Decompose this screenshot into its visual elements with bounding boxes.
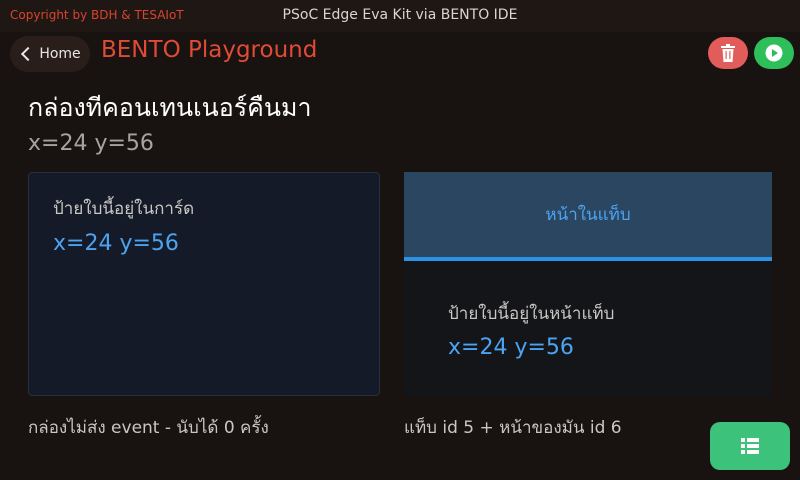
page-title: กล่องทีคอนเทนเนอร์คืนมา [28,93,312,122]
delete-button[interactable] [708,37,748,69]
home-button-label: Home [39,46,81,62]
top-status-bar: Copyright by BDH & TESAIoT PSoC Edge Eva… [0,0,800,32]
app-title: BENTO Playground [101,37,318,63]
card-container: ป้ายใบนี้อยู่ในการ์ด x=24 y=56 [28,172,380,396]
run-button[interactable] [754,37,794,69]
tabview: หน้าในแท็บ ป้ายใบนี้อยู่ในหน้าแท็บ x=24 … [404,172,772,396]
trash-icon [721,44,735,62]
list-fab-button[interactable] [710,422,790,470]
home-button[interactable]: Home [10,36,90,72]
chevron-left-icon [21,46,36,62]
tab-page-label: ป้ายใบนี้อยู่ในหน้าแท็บ [448,304,615,324]
tab-page-coords: x=24 y=56 [448,335,574,360]
tab-page-button[interactable]: หน้าในแท็บ [404,172,772,261]
container-event-status: กล่องไม่ส่ง event - นับได้ 0 ครั้ง [28,418,269,438]
card-coords: x=24 y=56 [53,231,179,256]
window-title: PSoC Edge Eva Kit via BENTO IDE [282,7,518,23]
tab-id-status: แท็บ id 5 + หน้าของมัน id 6 [404,418,622,438]
page-coords: x=24 y=56 [28,131,154,156]
card-label: ป้ายใบนี้อยู่ในการ์ด [53,199,195,219]
list-icon [741,438,759,454]
play-icon [765,44,783,62]
